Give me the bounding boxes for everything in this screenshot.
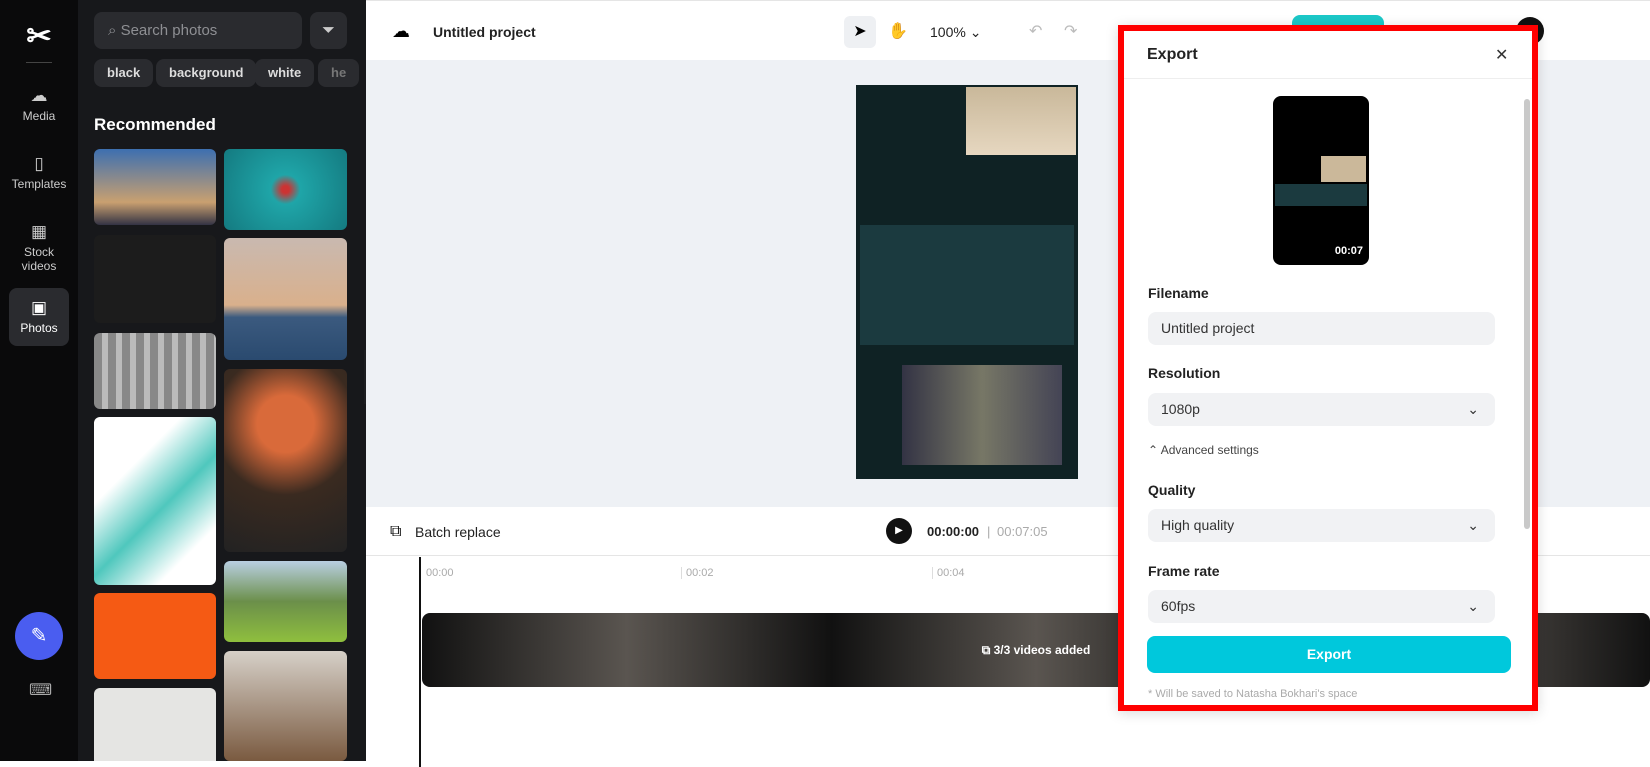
chip-background[interactable]: background: [156, 59, 257, 87]
capcut-logo-icon: ✂: [26, 20, 52, 53]
quality-select[interactable]: High quality ⌄: [1148, 509, 1495, 542]
advanced-label: Advanced settings: [1160, 443, 1259, 457]
playhead[interactable]: [419, 557, 421, 767]
filter-button[interactable]: ⏷: [310, 12, 347, 49]
redo-icon[interactable]: ↷: [1064, 21, 1077, 41]
quality-value: High quality: [1161, 517, 1235, 533]
clip-label: 3/3 videos added: [993, 643, 1091, 657]
chevron-down-icon: ⌄: [1467, 401, 1479, 417]
export-dialog: Export ✕ 00:07 Filename Untitled project…: [1118, 25, 1538, 711]
framerate-label: Frame rate: [1148, 563, 1220, 579]
close-icon[interactable]: ✕: [1495, 45, 1508, 65]
total-time: 00:07:05: [997, 524, 1048, 539]
filename-label: Filename: [1148, 285, 1209, 301]
rail-item-stock-videos[interactable]: ▦ Stock videos: [9, 216, 69, 279]
photos-panel: ⌕ Search photos ⏷ black background white…: [78, 0, 366, 761]
tick-label: 00:00: [426, 567, 454, 579]
export-thumbnail: 00:07: [1273, 96, 1369, 265]
save-note: * Will be saved to Natasha Bokhari's spa…: [1148, 688, 1358, 700]
batch-replace-button[interactable]: Batch replace: [415, 524, 501, 540]
section-title: Recommended: [94, 115, 216, 134]
rail-item-media[interactable]: ☁ Media: [9, 80, 69, 129]
templates-icon: ▯: [34, 154, 44, 173]
rail-label: Media: [22, 109, 56, 123]
project-title[interactable]: Untitled project: [433, 24, 536, 40]
select-tool-icon[interactable]: ➤: [844, 16, 876, 48]
quality-label: Quality: [1148, 482, 1196, 498]
search-input[interactable]: ⌕ Search photos: [94, 12, 302, 49]
zoom-select[interactable]: 100% ⌄: [930, 24, 981, 41]
rail-item-photos[interactable]: ▣ Photos: [9, 288, 69, 346]
chip-white[interactable]: white: [255, 59, 315, 87]
edit-button[interactable]: ✎: [15, 612, 63, 660]
framerate-value: 60fps: [1161, 598, 1196, 614]
divider: [26, 62, 52, 63]
search-placeholder: Search photos: [120, 22, 218, 39]
batch-replace-icon: ⧉: [390, 523, 402, 540]
rail-item-templates[interactable]: ▯ Templates: [9, 148, 69, 197]
photo-thumb[interactable]: [94, 333, 216, 409]
chevron-up-icon: ⌃: [1148, 443, 1161, 457]
photo-thumb[interactable]: [94, 688, 216, 761]
tick-label: 00:02: [681, 567, 714, 579]
left-rail: ✂ ☁ Media ▯ Templates ▦ Stock videos ▣ Photo…: [0, 0, 78, 761]
rail-label: Stock videos: [21, 245, 57, 273]
rail-label: Photos: [20, 321, 58, 335]
advanced-settings-toggle[interactable]: ⌃ Advanced settings: [1148, 443, 1259, 457]
chip-black[interactable]: black: [94, 59, 154, 87]
undo-icon[interactable]: ↶: [1029, 21, 1042, 41]
photo-thumb[interactable]: [224, 369, 347, 552]
video-preview: [856, 85, 1078, 479]
rail-label: Templates: [11, 177, 67, 191]
play-button[interactable]: ▶: [886, 518, 912, 544]
filename-input[interactable]: Untitled project: [1148, 312, 1495, 345]
keyboard-icon[interactable]: ⌨: [29, 680, 52, 700]
resolution-value: 1080p: [1161, 401, 1200, 417]
current-time: 00:00:00: [927, 524, 980, 539]
photo-thumb[interactable]: [224, 238, 347, 360]
clip-icon: ⧉: [981, 643, 994, 657]
resolution-select[interactable]: 1080p ⌄: [1148, 393, 1495, 426]
photo-thumb[interactable]: [224, 651, 347, 761]
photo-thumb[interactable]: [94, 417, 216, 585]
cloud-save-icon[interactable]: ☁: [392, 21, 410, 42]
image-icon: ▣: [30, 298, 48, 317]
export-button[interactable]: Export: [1147, 636, 1511, 673]
photo-thumb[interactable]: [224, 149, 347, 230]
resolution-label: Resolution: [1148, 365, 1221, 381]
search-icon: ⌕: [108, 22, 121, 39]
photo-thumb[interactable]: [94, 235, 216, 323]
zoom-value: 100%: [930, 24, 966, 40]
filename-value: Untitled project: [1161, 320, 1255, 336]
cloud-upload-icon: ☁: [30, 86, 48, 105]
photo-thumb[interactable]: [94, 149, 216, 225]
duration: 00:07: [1334, 245, 1363, 257]
hand-tool-icon[interactable]: ✋: [888, 21, 908, 41]
film-icon: ▦: [30, 222, 48, 241]
photo-thumb[interactable]: [94, 593, 216, 679]
photo-thumb[interactable]: [224, 561, 347, 642]
chip-more[interactable]: he: [318, 59, 360, 87]
framerate-select[interactable]: 60fps ⌄: [1148, 590, 1495, 623]
export-title: Export: [1147, 46, 1198, 63]
scrollbar[interactable]: [1524, 99, 1530, 529]
tick-label: 00:04: [932, 567, 965, 579]
chevron-down-icon: ⌄: [1467, 517, 1479, 533]
chevron-down-icon: ⌄: [1467, 598, 1479, 614]
